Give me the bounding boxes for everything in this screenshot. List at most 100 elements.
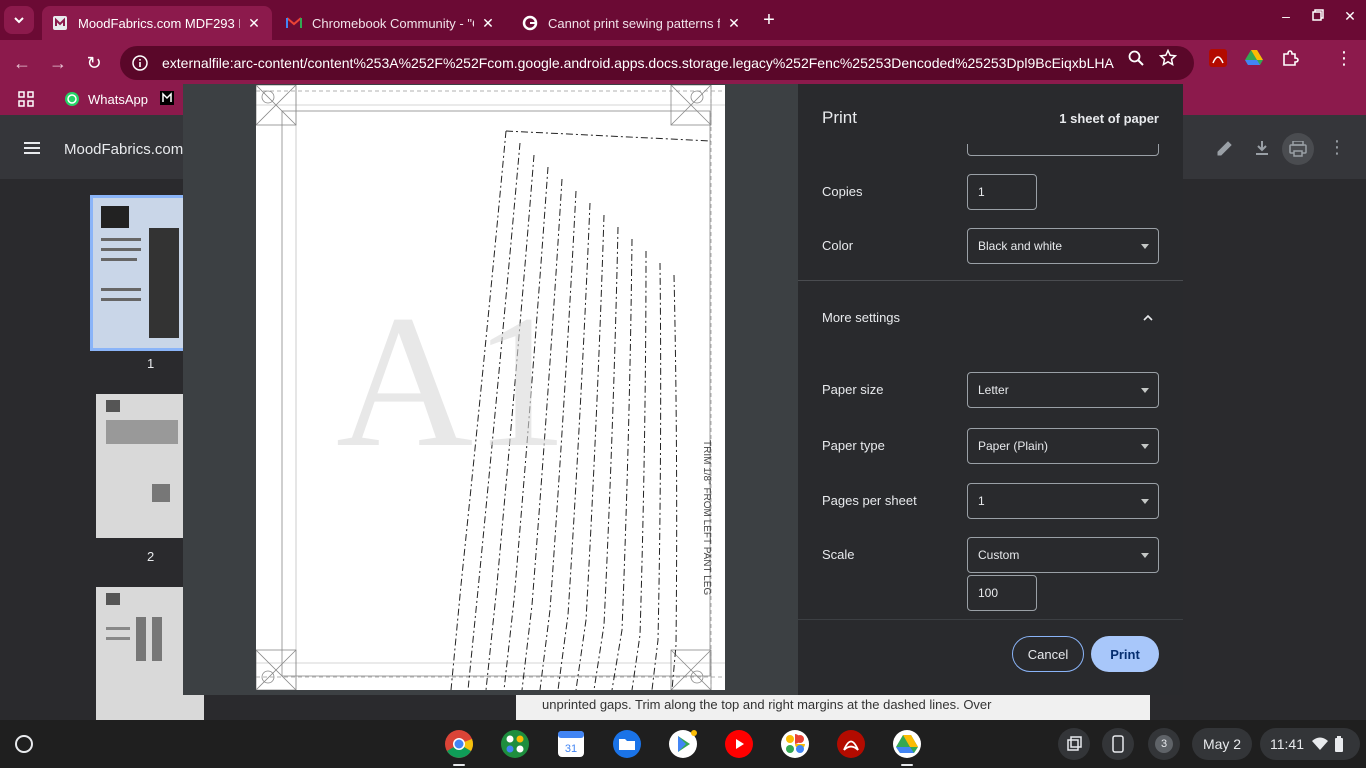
tab-moodfabrics[interactable]: MoodFabrics.com MDF293 Liv ✕ [42, 6, 272, 40]
paper-type-value: Paper (Plain) [978, 439, 1049, 453]
paper-size-value: Letter [978, 383, 1009, 397]
color-select[interactable]: Black and white [967, 228, 1159, 264]
dropdown-arrow-icon [1141, 553, 1149, 558]
acrobat-extension-icon[interactable] [1208, 48, 1228, 68]
close-tab-icon[interactable]: ✕ [246, 15, 262, 32]
paper-size-select[interactable]: Letter [967, 372, 1159, 408]
apps-grid-icon[interactable] [18, 91, 34, 107]
copies-label: Copies [822, 184, 863, 199]
files-icon[interactable] [611, 728, 643, 760]
scale-value: Custom [978, 548, 1020, 562]
close-window-icon[interactable]: ✕ [1340, 8, 1360, 25]
moodfabrics-favicon-icon [52, 15, 68, 31]
copies-input[interactable]: 1 [967, 174, 1037, 210]
drive-extension-icon[interactable] [1244, 48, 1264, 68]
holding-space-icon[interactable] [1058, 728, 1090, 760]
destination-field[interactable] [967, 144, 1159, 156]
bookmark-star-icon[interactable] [1158, 48, 1178, 68]
settings-scroll-area[interactable]: Copies 1 Color Black and white More sett… [798, 144, 1183, 619]
scale-select[interactable]: Custom [967, 537, 1159, 573]
menu-kebab-icon[interactable]: ⋮ [1334, 48, 1354, 68]
download-icon[interactable] [1253, 139, 1271, 162]
battery-icon [1335, 736, 1343, 752]
more-settings-toggle[interactable]: More settings [822, 310, 900, 325]
tab-title: Cannot print sewing patterns fr [548, 15, 720, 31]
tab-chromebook-community[interactable]: Chromebook Community - "Ca ✕ [276, 6, 506, 40]
chrome-icon[interactable] [443, 728, 475, 760]
tab-title: MoodFabrics.com MDF293 Liv [78, 15, 240, 31]
preview-page: A1 TRIM 1/8" FROM LEFT PANT LEG [256, 85, 725, 690]
date-tray[interactable]: May 2 [1192, 728, 1252, 760]
launcher-icon[interactable] [10, 730, 38, 758]
page-thumbnail-2[interactable] [96, 394, 186, 538]
tab-cannot-print[interactable]: Cannot print sewing patterns fr ✕ [512, 6, 752, 40]
active-app-indicator [453, 764, 465, 766]
scale-label: Scale [822, 547, 855, 562]
back-icon[interactable]: ← [10, 51, 34, 75]
bookmark-mood-icon[interactable] [160, 91, 174, 105]
drive-icon[interactable] [891, 728, 923, 760]
print-dialog-footer: Cancel Print [798, 619, 1183, 695]
close-tab-icon[interactable]: ✕ [726, 15, 742, 32]
svg-text:31: 31 [565, 743, 577, 755]
chevron-up-icon[interactable] [1143, 313, 1153, 323]
chevron-down-icon [14, 17, 24, 24]
preview-side-text: TRIM 1/8" FROM LEFT PANT LEG [701, 440, 712, 595]
print-button[interactable]: Print [1091, 636, 1159, 672]
cancel-button[interactable]: Cancel [1012, 636, 1084, 672]
paper-type-select[interactable]: Paper (Plain) [967, 428, 1159, 464]
preview-watermark: A1 [336, 277, 568, 487]
new-tab-button[interactable]: + [758, 9, 780, 31]
color-label: Color [822, 238, 854, 253]
app-grid-icon[interactable] [499, 728, 531, 760]
youtube-icon[interactable] [723, 728, 755, 760]
tab-strip: MoodFabrics.com MDF293 Liv ✕ Chromebook … [0, 0, 1366, 40]
whatsapp-icon [65, 92, 79, 106]
reload-icon[interactable]: ↻ [82, 51, 106, 75]
date-text: May 2 [1202, 736, 1242, 752]
close-tab-icon[interactable]: ✕ [480, 15, 496, 32]
print-icon[interactable] [1282, 133, 1314, 165]
pages-per-sheet-select[interactable]: 1 [967, 483, 1159, 519]
photos-icon[interactable] [779, 728, 811, 760]
dropdown-arrow-icon [1141, 388, 1149, 393]
scale-percent-input[interactable]: 100 [967, 575, 1037, 611]
address-bar[interactable]: externalfile:arc-content/content%253A%25… [120, 46, 1194, 80]
page-thumbnail-1[interactable] [90, 195, 186, 351]
play-store-icon[interactable] [667, 728, 699, 760]
minimize-icon[interactable]: – [1276, 8, 1296, 24]
print-settings-panel: Print 1 sheet of paper Copies 1 Color Bl… [798, 84, 1183, 695]
chromeos-shelf: 31 3 May 2 11:41 [0, 720, 1366, 768]
notification-badge[interactable]: 3 [1148, 728, 1180, 760]
dropdown-arrow-icon [1141, 499, 1149, 504]
browser-toolbar: ← → ↻ externalfile:arc-content/content%2… [0, 40, 1366, 85]
bookmark-whatsapp[interactable]: WhatsApp [64, 91, 148, 107]
extensions-puzzle-icon[interactable] [1280, 48, 1300, 68]
calendar-icon[interactable]: 31 [555, 728, 587, 760]
document-text: unprinted gaps. Trim along the top and r… [516, 695, 1150, 720]
thumbnail-number: 1 [147, 356, 155, 371]
print-dialog: A1 TRIM 1/8" FROM LEFT PANT LEG Print 1 … [183, 84, 1183, 695]
maximize-icon[interactable] [1308, 8, 1328, 24]
hamburger-menu-icon[interactable] [24, 141, 40, 159]
dropdown-arrow-icon [1141, 244, 1149, 249]
sheet-count: 1 sheet of paper [1059, 111, 1159, 126]
viewer-more-icon[interactable]: ⋮ [1328, 137, 1346, 158]
paper-type-label: Paper type [822, 438, 885, 453]
divider [798, 280, 1183, 281]
edit-pencil-icon[interactable] [1216, 139, 1234, 162]
status-tray[interactable]: 11:41 [1260, 728, 1360, 760]
sewing-pattern-drawing: A1 TRIM 1/8" FROM LEFT PANT LEG [256, 85, 725, 690]
tab-search-button[interactable] [4, 6, 34, 34]
viewer-title: MoodFabrics.com [64, 141, 184, 158]
print-dialog-title: Print [822, 108, 857, 127]
phone-hub-icon[interactable] [1102, 728, 1134, 760]
acrobat-icon[interactable] [835, 728, 867, 760]
url-text: externalfile:arc-content/content%253A%25… [162, 55, 1114, 71]
info-icon [132, 55, 148, 71]
forward-icon[interactable]: → [46, 51, 70, 75]
wifi-icon [1312, 737, 1328, 750]
notification-count: 3 [1155, 735, 1173, 753]
zoom-icon[interactable] [1126, 48, 1146, 68]
bookmark-label: WhatsApp [88, 91, 148, 107]
